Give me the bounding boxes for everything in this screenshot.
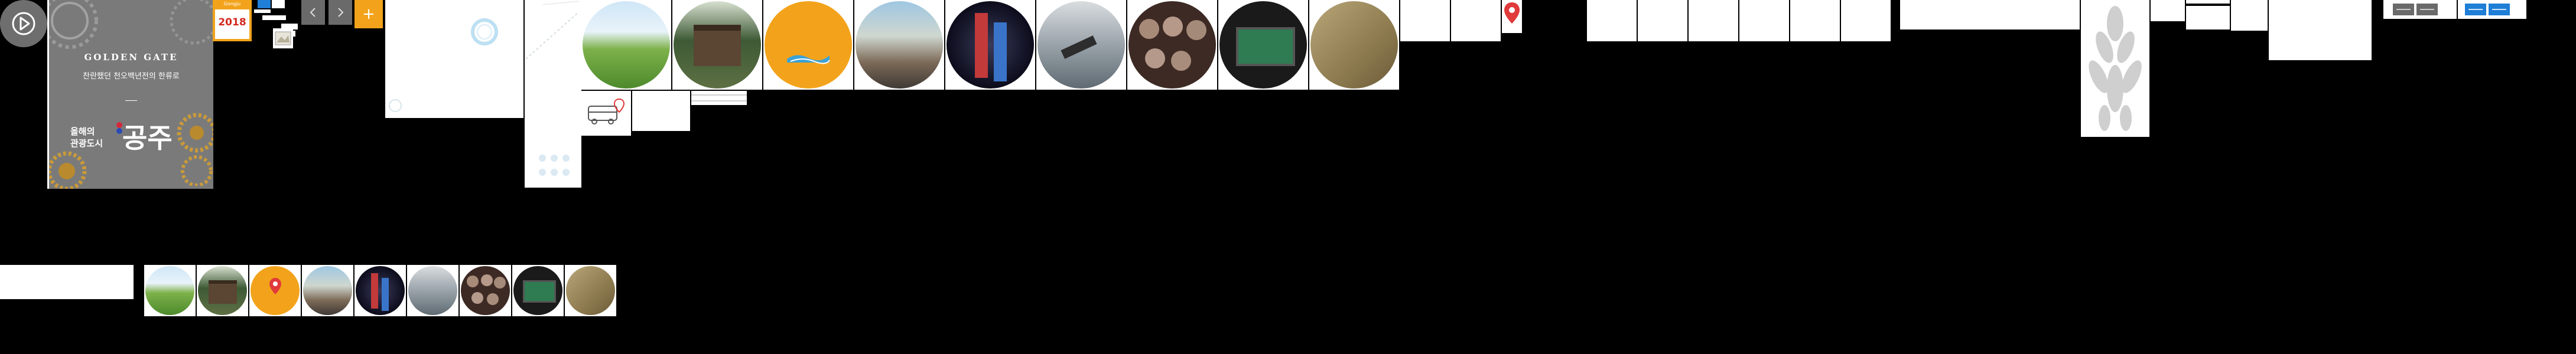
bus-icon	[588, 98, 625, 124]
blank-tile	[1790, 0, 1840, 41]
blank-tile	[1689, 0, 1738, 41]
line-sprite-panel	[525, 0, 581, 188]
sprite-fragment	[258, 0, 271, 8]
bar-tile	[691, 91, 747, 105]
blank-bar	[1900, 0, 2080, 30]
map-pin-icon	[1504, 2, 1520, 24]
year-badge-top: Gongju	[223, 1, 241, 6]
banner-subtitle: 찬란했던 천오백년전의 한류로	[83, 72, 180, 81]
image-placeholder-icon	[275, 31, 291, 45]
city-name: 공주	[122, 122, 173, 154]
dots-pattern-icon	[539, 155, 570, 176]
bus-icon-tile	[581, 91, 631, 136]
white-panel	[385, 0, 523, 118]
thumb-terrain-model[interactable]	[565, 265, 616, 316]
blank-tile	[1587, 0, 1637, 41]
thumb-costume-performers[interactable]	[354, 265, 406, 316]
dashed-line-icon	[525, 1, 580, 60]
blank-tile	[1400, 0, 1450, 41]
plus-label: +	[362, 5, 375, 23]
blank-tile	[2151, 0, 2185, 21]
plus-button[interactable]: +	[354, 0, 383, 28]
small-ring-icon	[389, 99, 402, 112]
ornament-tl-icon	[49, 0, 98, 49]
blank-tile	[1841, 0, 1891, 41]
circle-screen-display[interactable]	[1218, 0, 1308, 90]
ornament-bl-icon	[49, 151, 87, 189]
chevron-right-icon	[338, 8, 344, 17]
thumb-street-festival[interactable]	[302, 265, 353, 316]
sprite-fragment	[254, 9, 271, 13]
circle-costume-performers[interactable]	[945, 0, 1035, 90]
next-button[interactable]	[328, 0, 352, 25]
play-icon	[12, 12, 35, 35]
prev-button[interactable]	[301, 0, 325, 25]
blank-tile	[1638, 0, 1687, 41]
ring-icon	[471, 18, 498, 45]
sprite-fragment	[262, 15, 286, 20]
thumb-green-hill[interactable]	[144, 265, 196, 316]
circle-telescope-view[interactable]	[1036, 0, 1126, 90]
banner-title: GOLDEN GATE	[84, 52, 178, 63]
control-sprite	[2383, 0, 2457, 19]
blank-tile	[2186, 6, 2230, 30]
thumb-telescope-view[interactable]	[407, 265, 458, 316]
divider	[125, 100, 137, 101]
thumb-artifacts-plates[interactable]	[460, 265, 511, 316]
ornament-br-icon	[177, 113, 213, 186]
circle-orange-wave[interactable]	[763, 0, 853, 90]
ornament-tr-icon	[170, 0, 213, 45]
blank-tile	[1739, 0, 1789, 41]
chevron-left-icon	[310, 8, 316, 17]
sprite-fragment	[273, 28, 293, 48]
blank-tile	[2186, 0, 2230, 4]
year-badge-year: 2018	[218, 17, 246, 28]
circle-temple-gate[interactable]	[672, 0, 762, 90]
circle-terrain-model[interactable]	[1309, 0, 1399, 90]
blank-panel	[2269, 0, 2372, 60]
circle-street-festival[interactable]	[854, 0, 944, 90]
thumb-screen-display[interactable]	[512, 265, 564, 316]
blank-strip	[0, 265, 134, 299]
blank-tile	[2231, 0, 2268, 31]
city-suffix: 관광도시	[70, 138, 103, 149]
banner: GOLDEN GATE 찬란했던 천오백년전의 한류로 올해의 관광도시 공주	[47, 0, 213, 189]
year-badge: Gongju 2018	[213, 0, 252, 41]
sprite-fragment	[272, 0, 285, 8]
blank-tile	[1451, 0, 1501, 41]
thumb-temple-gate[interactable]	[197, 265, 248, 316]
city-prefix: 올해의	[70, 126, 95, 137]
map-pin-tile	[1502, 0, 1522, 33]
circle-artifacts-plates[interactable]	[1127, 0, 1217, 90]
ornament-tile	[2081, 0, 2149, 137]
control-sprite-blue	[2458, 0, 2526, 19]
circle-green-hill[interactable]	[581, 0, 671, 90]
floral-ornament-icon	[2089, 6, 2142, 131]
blank-tile	[632, 91, 690, 131]
thumb-orange-pin[interactable]	[249, 265, 301, 316]
play-button[interactable]	[0, 0, 47, 47]
